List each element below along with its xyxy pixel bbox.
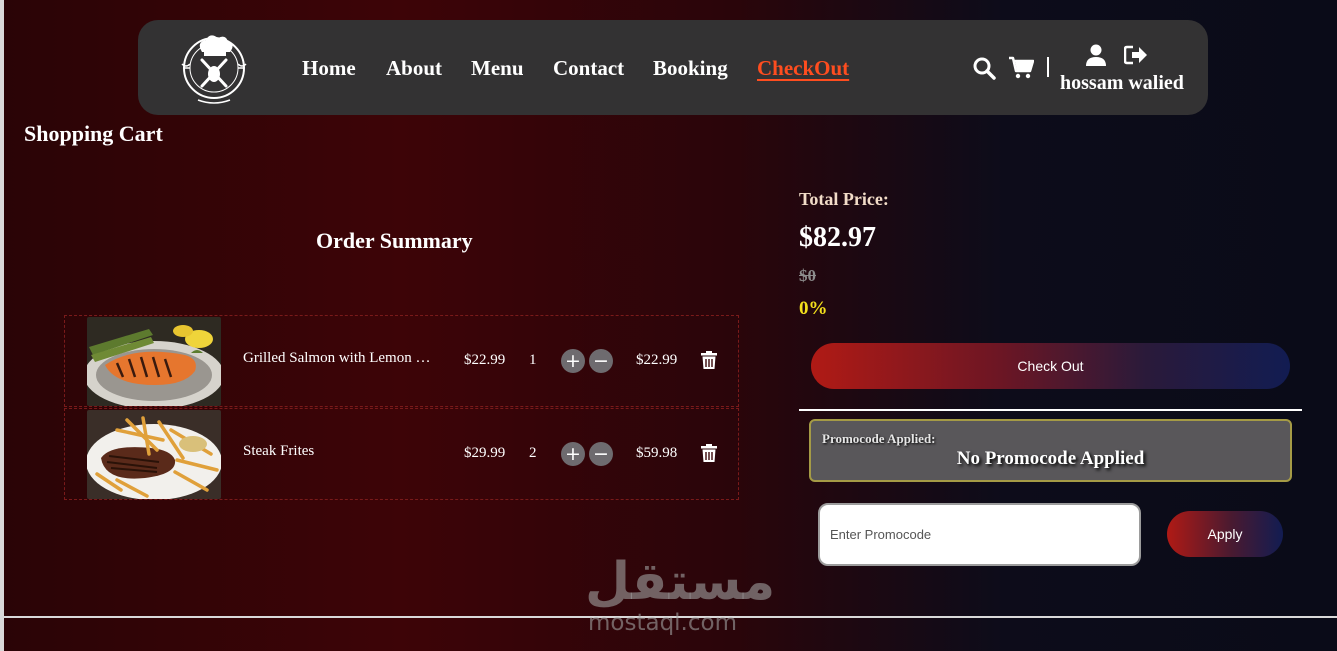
item-price: $29.99 <box>464 445 506 461</box>
original-price: $0 <box>799 266 816 285</box>
increase-quantity-button[interactable]: + <box>561 442 585 466</box>
chef-logo-icon[interactable] <box>176 30 252 106</box>
discount-percent: 0% <box>799 298 828 319</box>
promo-status-text: No Promocode Applied <box>956 448 1145 469</box>
increase-quantity-button[interactable]: + <box>561 349 585 373</box>
steak-frites-image <box>87 410 221 499</box>
nav-contact[interactable]: Contact <box>553 56 624 81</box>
window-frame-edge <box>0 0 4 651</box>
decrease-quantity-button[interactable]: − <box>589 349 613 373</box>
item-name: Steak Frites <box>243 443 315 459</box>
section-divider <box>799 409 1302 411</box>
total-price-label: Total Price: <box>799 189 889 209</box>
item-price: $22.99 <box>464 352 506 368</box>
total-price-value: $82.97 <box>799 222 876 253</box>
navbar: Home About Menu Contact Booking CheckOut… <box>138 20 1208 115</box>
user-icon[interactable] <box>1086 44 1106 66</box>
nav-home[interactable]: Home <box>302 56 356 81</box>
promo-status-box: Promocode Applied: No Promocode Applied <box>809 419 1292 482</box>
watermark-url: mostaql.com <box>588 610 737 636</box>
item-name: Grilled Salmon with Lemon … <box>243 350 431 366</box>
checkout-button[interactable]: Check Out <box>811 343 1290 389</box>
watermark-logo: مستقل <box>585 552 776 612</box>
nav-checkout[interactable]: CheckOut <box>757 56 849 81</box>
nav-about[interactable]: About <box>386 56 442 81</box>
cart-row: Steak Frites $29.99 2 + − $59.98 <box>64 408 739 500</box>
trash-icon[interactable] <box>701 351 717 369</box>
item-total: $22.99 <box>636 352 678 368</box>
promo-applied-label: Promocode Applied: <box>822 431 936 446</box>
salmon-dish-image <box>87 317 221 406</box>
nav-menu[interactable]: Menu <box>471 56 524 81</box>
apply-promo-button[interactable]: Apply <box>1167 511 1283 557</box>
cart-icon[interactable] <box>1008 56 1034 80</box>
item-quantity: 2 <box>529 445 537 461</box>
trash-icon[interactable] <box>701 444 717 462</box>
order-summary-title: Order Summary <box>316 228 473 253</box>
item-quantity: 1 <box>529 352 537 368</box>
page-title: Shopping Cart <box>24 121 163 146</box>
nav-booking[interactable]: Booking <box>653 56 728 81</box>
cart-row: Grilled Salmon with Lemon … $22.99 1 + −… <box>64 315 739 407</box>
search-icon[interactable] <box>972 56 996 80</box>
logout-icon[interactable] <box>1124 45 1148 65</box>
user-name[interactable]: hossam walied <box>1060 72 1184 95</box>
promocode-input[interactable] <box>818 503 1141 566</box>
decrease-quantity-button[interactable]: − <box>589 442 613 466</box>
nav-separator <box>1047 57 1049 77</box>
item-total: $59.98 <box>636 445 678 461</box>
